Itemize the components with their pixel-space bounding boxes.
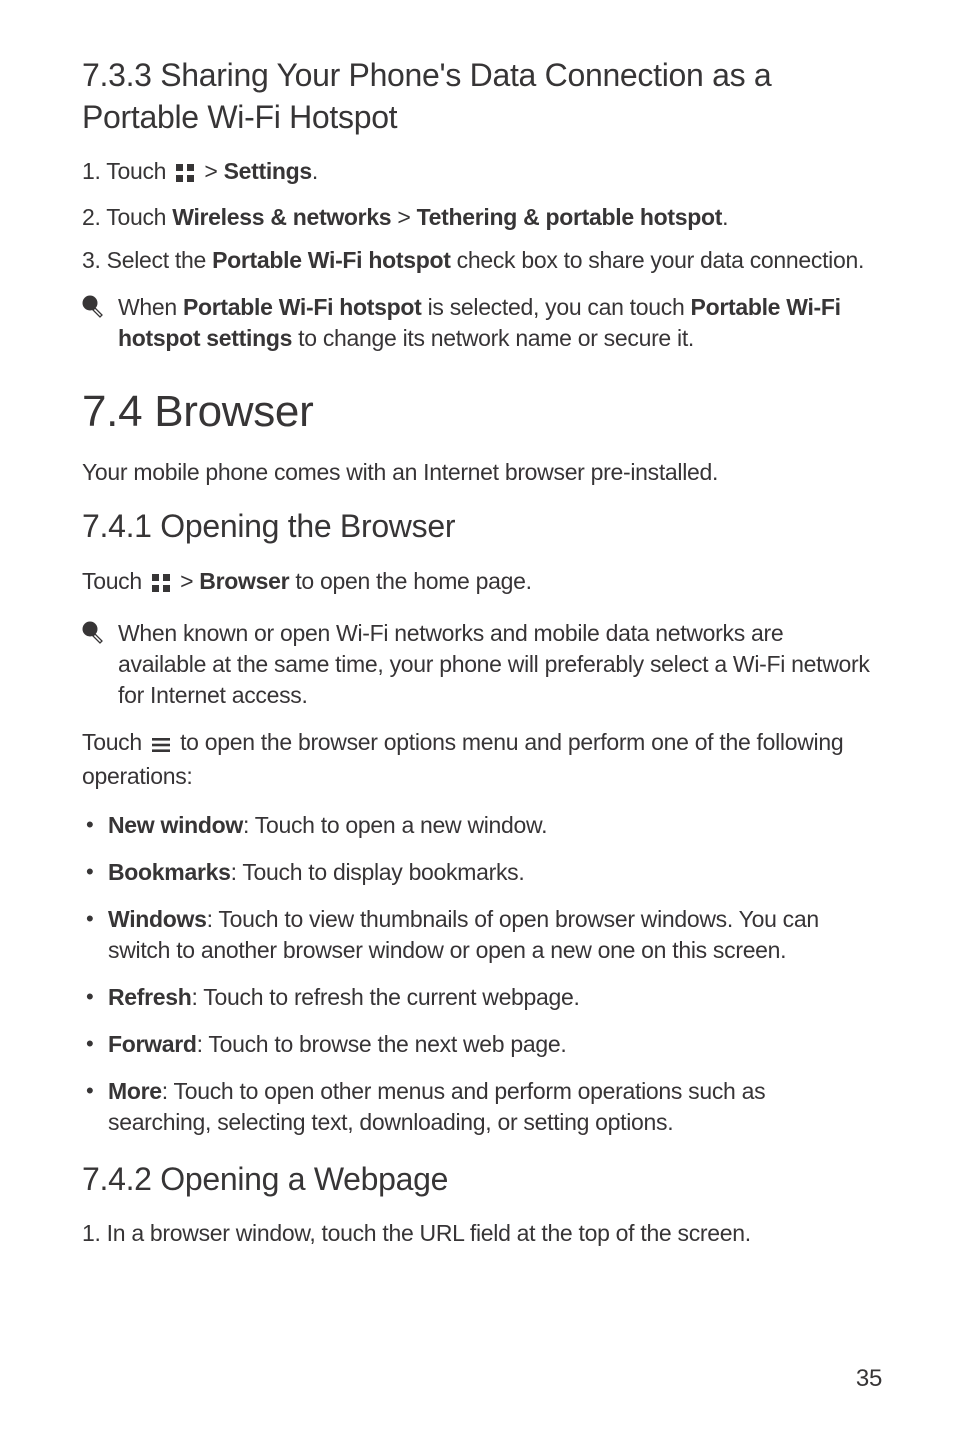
text: When [118,294,183,320]
text: Touch [82,729,148,755]
list-item: Refresh: Touch to refresh the current we… [82,982,872,1013]
heading-733: 7.3.3 Sharing Your Phone's Data Connecti… [82,55,872,138]
note-text: When known or open Wi-Fi networks and mo… [118,618,872,711]
text: . [312,158,318,184]
portable-wifi-hotspot-label: Portable Wi-Fi hotspot [212,247,451,273]
list-item: Bookmarks: Touch to display bookmarks. [82,857,872,888]
item-label: Forward [108,1031,197,1057]
tethering-label: Tethering & portable hotspot [417,204,723,230]
text: to open the home page. [289,568,531,594]
tip-icon [82,621,104,650]
text: > [180,568,199,594]
text: Touch [82,568,148,594]
text: 1. Touch [82,158,172,184]
item-label: Windows [108,906,207,932]
step-733-3: 3. Select the Portable Wi-Fi hotspot che… [82,245,872,276]
note-741: When known or open Wi-Fi networks and mo… [82,618,872,711]
text: check box to share your data connection. [451,247,864,273]
item-desc: : Touch to browse the next web page. [197,1031,567,1057]
heading-741: 7.4.1 Opening the Browser [82,506,872,548]
item-label: Refresh [108,984,192,1010]
text: > [204,158,223,184]
item-label: Bookmarks [108,859,231,885]
note-text: When Portable Wi-Fi hotspot is selected,… [118,292,872,354]
item-label: More [108,1078,162,1104]
tip-icon [82,295,104,324]
para-74-intro: Your mobile phone comes with an Internet… [82,457,872,488]
para-741-menu: Touch to open the browser options menu a… [82,727,872,792]
list-item: Windows: Touch to view thumbnails of ope… [82,904,872,966]
step-742-1: 1. In a browser window, touch the URL fi… [82,1218,872,1249]
menu-icon [152,730,170,761]
text: 2. Touch [82,204,172,230]
browser-menu-list: New window: Touch to open a new window. … [82,810,872,1138]
list-item: New window: Touch to open a new window. [82,810,872,841]
apps-grid-icon [152,569,170,600]
settings-label: Settings [224,158,312,184]
item-label: New window [108,812,243,838]
item-desc: : Touch to refresh the current webpage. [192,984,580,1010]
text: 3. Select the [82,247,212,273]
portable-wifi-hotspot-label: Portable Wi-Fi hotspot [183,294,422,320]
text: . [722,204,728,230]
heading-742: 7.4.2 Opening a Webpage [82,1159,872,1201]
page-number: 35 [856,1365,882,1393]
item-desc: : Touch to open a new window. [243,812,547,838]
list-item: Forward: Touch to browse the next web pa… [82,1029,872,1060]
apps-grid-icon [176,159,194,190]
step-733-1: 1. Touch > Settings. [82,156,872,190]
text: is selected, you can touch [422,294,691,320]
note-733: When Portable Wi-Fi hotspot is selected,… [82,292,872,354]
wireless-networks-label: Wireless & networks [172,204,391,230]
step-733-2: 2. Touch Wireless & networks > Tethering… [82,202,872,233]
para-741-touch: Touch > Browser to open the home page. [82,566,872,600]
list-item: More: Touch to open other menus and perf… [82,1076,872,1138]
item-desc: : Touch to display bookmarks. [231,859,525,885]
browser-label: Browser [199,568,289,594]
item-desc: : Touch to view thumbnails of open brows… [108,906,819,963]
text: > [391,204,416,230]
text: to open the browser options menu and per… [82,729,843,789]
text: to change its network name or secure it. [292,325,694,351]
document-page: 7.3.3 Sharing Your Phone's Data Connecti… [0,0,954,1429]
item-desc: : Touch to open other menus and perform … [108,1078,765,1135]
heading-74: 7.4 Browser [82,386,872,439]
